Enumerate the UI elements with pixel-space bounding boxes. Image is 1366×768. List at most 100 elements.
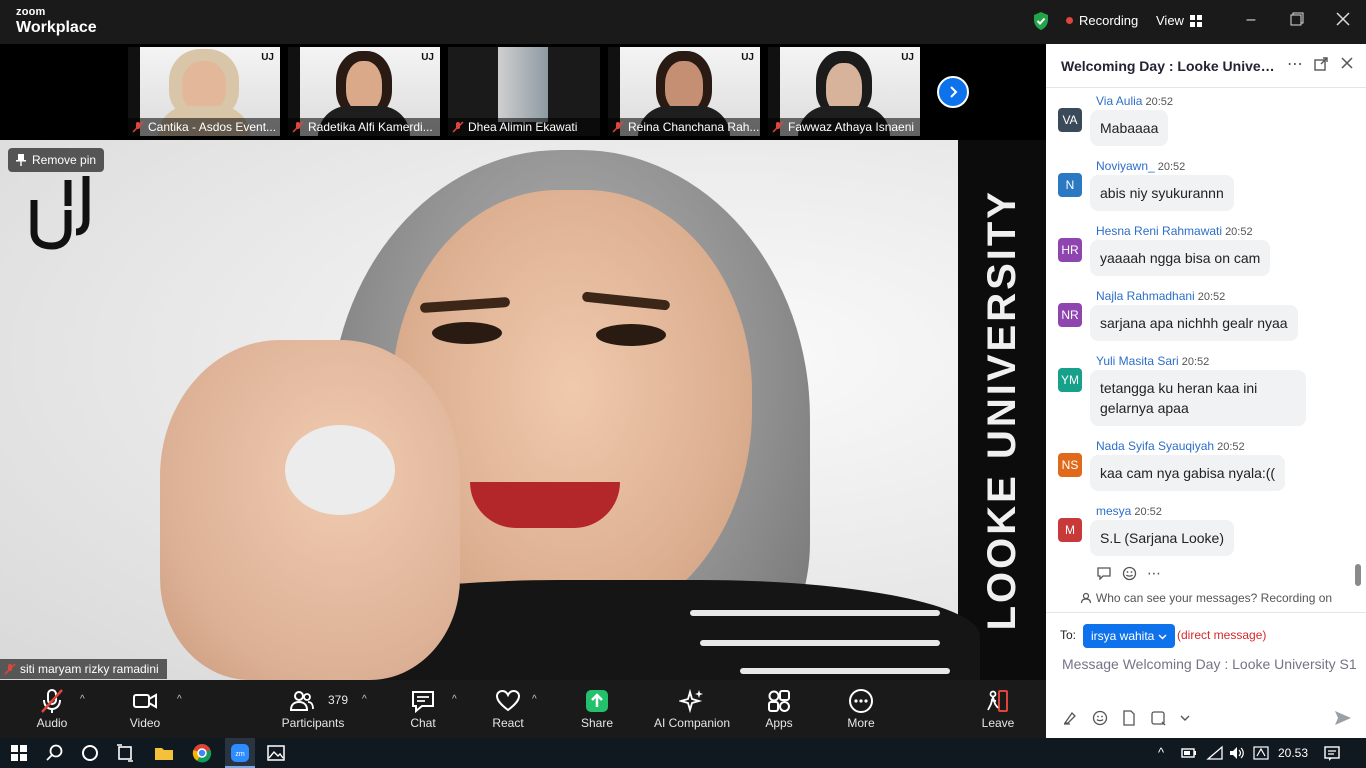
windows-start-icon[interactable] [8, 742, 30, 764]
message-time: 20:52 [1225, 226, 1253, 238]
volume-icon[interactable] [1228, 744, 1246, 762]
chat-message[interactable]: VA Via Aulia 20:52 Mabaaaa [1058, 94, 1348, 150]
send-icon[interactable] [1334, 709, 1352, 727]
muted-mic-icon [132, 121, 144, 133]
participant-thumbnail[interactable]: UJ Radetika Alfi Kamerdi... [288, 47, 440, 136]
avatar: M [1058, 518, 1082, 542]
chat-button[interactable]: Chat [400, 680, 446, 738]
chat-header: Welcoming Day : Looke Universi... ⋯ [1046, 44, 1366, 88]
message-more-icon[interactable]: ⋯ [1147, 566, 1161, 584]
video-button[interactable]: Video [120, 680, 170, 738]
sender-name[interactable]: Najla Rahmadhani [1096, 289, 1195, 303]
screenshot-icon[interactable] [1150, 710, 1166, 729]
avatar: YM [1058, 368, 1082, 392]
chat-message[interactable]: NR Najla Rahmadhani 20:52 sarjana apa nic… [1058, 289, 1348, 345]
share-button[interactable]: Share [574, 680, 620, 738]
emoji-react-icon[interactable] [1122, 566, 1137, 584]
wifi-icon[interactable] [1206, 744, 1224, 762]
next-page-button[interactable] [937, 76, 969, 108]
apps-button[interactable]: Apps [760, 680, 798, 738]
muted-mic-icon [612, 121, 624, 133]
message-time: 20:52 [1145, 96, 1174, 108]
sender-name[interactable]: Yuli Masita Sari [1096, 354, 1179, 368]
ai-companion-label: AI Companion [653, 716, 731, 730]
chat-message[interactable]: HR Hesna Reni Rahmawati 20:52 yaaaah ngga… [1058, 224, 1348, 280]
react-options-caret-icon[interactable]: ^ [532, 694, 537, 705]
file-attach-icon[interactable] [1122, 710, 1136, 729]
university-logo-icon [30, 176, 90, 250]
participant-thumbnail[interactable]: UJ Fawwaz Athaya Isnaeni [768, 47, 920, 136]
compose-toolbar [1062, 710, 1190, 729]
recording-dot-icon [1066, 17, 1073, 24]
maximize-icon[interactable] [1289, 12, 1305, 28]
ai-companion-button[interactable]: AI Companion [650, 680, 734, 738]
message-bubble: sarjana apa nichhh gealr nyaa [1090, 305, 1298, 341]
audio-button[interactable]: Audio [26, 680, 78, 738]
shield-check-icon[interactable] [1032, 11, 1050, 31]
reply-icon[interactable] [1096, 566, 1112, 584]
main-video[interactable]: LOOKE UNIVERSITY [0, 140, 1046, 680]
task-view-icon[interactable] [114, 742, 136, 764]
battery-icon[interactable] [1180, 744, 1198, 762]
video-camera-icon [133, 693, 157, 709]
participants-count: 379 [328, 693, 349, 707]
minimize-icon[interactable]: – [1243, 12, 1259, 28]
recording-indicator[interactable]: Recording [1066, 13, 1138, 28]
close-window-icon[interactable] [1335, 12, 1351, 28]
sender-name[interactable]: Via Aulia [1096, 94, 1142, 108]
search-icon[interactable] [44, 742, 66, 764]
chevron-right-icon [950, 86, 958, 98]
participants-button[interactable]: Participants [280, 680, 346, 738]
chat-message[interactable]: YM Yuli Masita Sari 20:52 tetangga ku her… [1058, 354, 1348, 434]
participant-thumbnail[interactable]: Dhea Alimin Ekawati [448, 47, 600, 136]
audio-options-caret-icon[interactable]: ^ [80, 694, 85, 705]
more-options-icon[interactable]: ⋯ [1287, 57, 1303, 73]
sender-name[interactable]: Hesna Reni Rahmawati [1096, 224, 1222, 238]
view-menu-button[interactable]: View [1156, 13, 1202, 28]
photos-icon[interactable] [265, 742, 287, 764]
video-options-caret-icon[interactable]: ^ [177, 694, 182, 705]
message-input[interactable]: Message Welcoming Day : Looke University… [1062, 654, 1358, 700]
pop-out-icon[interactable] [1313, 57, 1329, 73]
participant-thumbnail[interactable]: UJ Cantika - Asdos Event... [128, 47, 280, 136]
who-can-see-link[interactable]: Who can see your messages? Recording on [1046, 588, 1366, 608]
recipient-select[interactable]: irsya wahita [1083, 624, 1176, 648]
react-button[interactable]: React [486, 680, 530, 738]
remove-pin-button[interactable]: Remove pin [8, 148, 105, 172]
language-icon[interactable] [1252, 744, 1270, 762]
chat-message[interactable]: M mesya 20:52 S.L (Sarjana Looke) [1058, 504, 1348, 560]
uj-logo-icon: UJ [421, 52, 434, 63]
participant-name: Cantika - Asdos Event... [128, 118, 280, 136]
message-time: 20:52 [1181, 356, 1210, 368]
emoji-icon[interactable] [1092, 710, 1108, 729]
chat-scrollbar[interactable] [1355, 564, 1361, 586]
leave-button[interactable]: Leave [978, 680, 1018, 738]
chat-message[interactable]: N Noviyawn_ 20:52 abis niy syukurannn [1058, 159, 1348, 215]
clock[interactable]: 20.53 [1278, 746, 1308, 760]
chat-options-caret-icon[interactable]: ^ [452, 694, 457, 705]
format-text-icon[interactable] [1062, 710, 1078, 729]
sender-name[interactable]: mesya [1096, 504, 1131, 518]
zoom-taskbar-button[interactable]: zm [225, 738, 255, 768]
meeting-toolbar: Audio ^ Video ^ Participants 379 ^ Chat … [0, 680, 1046, 738]
file-explorer-icon[interactable] [153, 742, 175, 764]
message-bubble: abis niy syukurannn [1090, 175, 1234, 211]
recording-label: Recording [1079, 13, 1139, 28]
sender-name[interactable]: Nada Syifa Syauqiyah [1096, 439, 1214, 453]
muted-mic-icon [452, 121, 464, 133]
divider [1046, 612, 1366, 613]
chevron-down-icon[interactable] [1180, 710, 1190, 729]
sender-name[interactable]: Noviyawn_ [1096, 159, 1155, 173]
more-button[interactable]: More [842, 680, 880, 738]
participant-thumbnail[interactable]: UJ Reina Chanchana Rah... [608, 47, 760, 136]
tray-expand-icon[interactable]: ^ [1158, 745, 1164, 760]
cortana-icon[interactable] [79, 742, 101, 764]
background-banner-text: LOOKE UNIVERSITY [979, 189, 1024, 631]
notifications-icon[interactable] [1322, 743, 1342, 763]
muted-mic-icon [4, 663, 16, 675]
chat-message[interactable]: NS Nada Syifa Syauqiyah 20:52 kaa cam nya… [1058, 439, 1348, 495]
participants-options-caret-icon[interactable]: ^ [362, 694, 367, 705]
close-chat-icon[interactable] [1339, 57, 1355, 73]
chrome-icon[interactable] [191, 742, 213, 764]
leave-label: Leave [981, 716, 1015, 730]
